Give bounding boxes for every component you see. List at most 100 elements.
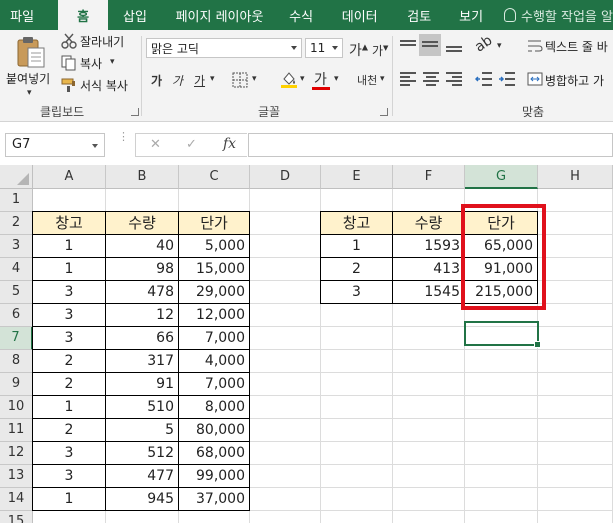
tab-page-layout[interactable]: 페이지 레이아웃 xyxy=(162,0,277,30)
table-cell[interactable]: 40 xyxy=(106,235,179,258)
table-cell[interactable]: 3 xyxy=(33,327,106,350)
table-cell[interactable]: 3 xyxy=(33,442,106,465)
table-cell[interactable]: 98 xyxy=(106,258,179,281)
table-cell[interactable]: 1 xyxy=(33,396,106,419)
row-header-14[interactable]: 14 xyxy=(0,488,33,511)
column-header-a[interactable]: A xyxy=(33,165,106,189)
align-middle-icon[interactable] xyxy=(419,34,441,56)
tab-review[interactable]: 검토 xyxy=(394,0,444,30)
cut-button[interactable]: 잘라내기 xyxy=(80,33,124,50)
table-cell[interactable]: 945 xyxy=(106,488,179,511)
table-cell[interactable]: 1 xyxy=(33,488,106,511)
table-cell[interactable]: 8,000 xyxy=(179,396,250,419)
worksheet-grid[interactable]: ABCDEFGH 1 2 3 4 5 6 7 8 9 10 11 12 13 14 15 창고 수량 단가 1 40… xyxy=(0,165,613,523)
table-cell[interactable]: 12 xyxy=(106,304,179,327)
column-header-g[interactable]: G xyxy=(465,165,538,189)
table-cell[interactable]: 7,000 xyxy=(179,327,250,350)
font-size-combo[interactable]: 11 xyxy=(305,38,343,58)
row-header-5[interactable]: 5 xyxy=(0,281,33,304)
font-launcher-icon[interactable] xyxy=(380,108,388,116)
bold-button[interactable]: 가 xyxy=(151,72,162,89)
font-name-combo[interactable]: 맑은 고딕 xyxy=(146,38,302,58)
row-header-15[interactable]: 15 xyxy=(0,511,33,523)
table-cell[interactable]: 1 xyxy=(321,235,393,258)
confirm-entry-icon[interactable]: ✓ xyxy=(186,137,197,152)
row-header-4[interactable]: 4 xyxy=(0,258,33,281)
table-cell[interactable]: 12,000 xyxy=(179,304,250,327)
underline-dropdown-icon[interactable]: ▾ xyxy=(210,74,215,84)
align-right-icon[interactable] xyxy=(446,72,462,86)
column-header-h[interactable]: H xyxy=(538,165,613,189)
row-header-12[interactable]: 12 xyxy=(0,442,33,465)
row-header-10[interactable]: 10 xyxy=(0,396,33,419)
row-header-13[interactable]: 13 xyxy=(0,465,33,488)
table-cell[interactable]: 80,000 xyxy=(179,419,250,442)
paste-icon[interactable] xyxy=(16,36,46,68)
table-cell[interactable]: 413 xyxy=(393,258,465,281)
table-cell[interactable]: 3 xyxy=(33,304,106,327)
tab-insert[interactable]: 삽입 xyxy=(108,0,162,30)
orientation-icon[interactable]: ab xyxy=(472,32,495,55)
tab-file[interactable]: 파일 xyxy=(0,0,44,30)
column-header-f[interactable]: F xyxy=(393,165,465,189)
table-cell[interactable]: 1545 xyxy=(393,281,465,304)
table-cell[interactable]: 2 xyxy=(33,350,106,373)
column-header-e[interactable]: E xyxy=(321,165,393,189)
table-cell[interactable]: 29,000 xyxy=(179,281,250,304)
row-header-1[interactable]: 1 xyxy=(0,189,33,212)
table-header-cell[interactable]: 수량 xyxy=(393,212,465,235)
table-cell[interactable]: 91 xyxy=(106,373,179,396)
table-cell[interactable]: 3 xyxy=(33,281,106,304)
table-cell[interactable]: 317 xyxy=(106,350,179,373)
borders-dropdown-icon[interactable]: ▾ xyxy=(252,74,257,84)
row-header-9[interactable]: 9 xyxy=(0,373,33,396)
table-header-cell[interactable]: 수량 xyxy=(106,212,179,235)
selected-cell-g7[interactable] xyxy=(464,321,541,348)
align-center-icon[interactable] xyxy=(423,72,439,86)
table-cell[interactable]: 2 xyxy=(33,373,106,396)
italic-button[interactable]: 가 xyxy=(172,72,183,89)
font-color-dropdown-icon[interactable]: ▾ xyxy=(334,74,339,84)
decrease-indent-icon[interactable] xyxy=(474,72,493,89)
phonetic-button[interactable]: 내천 xyxy=(357,72,377,88)
align-bottom-icon[interactable] xyxy=(446,40,462,52)
table-cell[interactable]: 99,000 xyxy=(179,465,250,488)
row-header-2[interactable]: 2 xyxy=(0,212,33,235)
copy-button[interactable]: 복사 xyxy=(80,55,102,72)
fill-color-dropdown-icon[interactable]: ▾ xyxy=(300,74,305,84)
phonetic-dropdown-icon[interactable]: ▾ xyxy=(380,74,385,84)
table-cell[interactable]: 68,000 xyxy=(179,442,250,465)
table-cell[interactable]: 1 xyxy=(33,258,106,281)
insert-function-icon[interactable]: fx xyxy=(223,136,236,152)
table-header-cell[interactable]: 창고 xyxy=(321,212,393,235)
clipboard-launcher-icon[interactable] xyxy=(131,108,139,116)
row-header-8[interactable]: 8 xyxy=(0,350,33,373)
grow-font-button[interactable]: 가▲ xyxy=(349,40,368,60)
table-cell[interactable]: 15,000 xyxy=(179,258,250,281)
table-cell[interactable]: 478 xyxy=(106,281,179,304)
copy-dropdown-icon[interactable]: ▾ xyxy=(110,57,115,67)
name-box[interactable]: G7 xyxy=(5,133,105,157)
table-header-cell[interactable]: 창고 xyxy=(33,212,106,235)
column-header-b[interactable]: B xyxy=(106,165,179,189)
select-all-button[interactable] xyxy=(0,165,33,189)
table-cell[interactable]: 510 xyxy=(106,396,179,419)
paste-button[interactable]: 붙여넣기 xyxy=(6,70,50,87)
borders-icon[interactable] xyxy=(232,72,248,91)
format-painter-button[interactable]: 서식 복사 xyxy=(80,77,128,94)
table-cell[interactable]: 2 xyxy=(33,419,106,442)
increase-indent-icon[interactable] xyxy=(498,72,516,89)
table-cell[interactable]: 477 xyxy=(106,465,179,488)
table-header-cell[interactable]: 단가 xyxy=(179,212,250,235)
cancel-entry-icon[interactable]: ✕ xyxy=(150,137,161,152)
formula-input[interactable] xyxy=(248,133,613,157)
align-left-icon[interactable] xyxy=(400,72,416,86)
paste-dropdown-icon[interactable]: ▾ xyxy=(27,88,32,98)
align-top-icon[interactable] xyxy=(400,40,416,52)
column-header-c[interactable]: C xyxy=(179,165,250,189)
row-header-6[interactable]: 6 xyxy=(0,304,33,327)
table-cell[interactable]: 2 xyxy=(321,258,393,281)
table-cell[interactable]: 5,000 xyxy=(179,235,250,258)
table-cell[interactable]: 3 xyxy=(33,465,106,488)
table-cell[interactable]: 5 xyxy=(106,419,179,442)
